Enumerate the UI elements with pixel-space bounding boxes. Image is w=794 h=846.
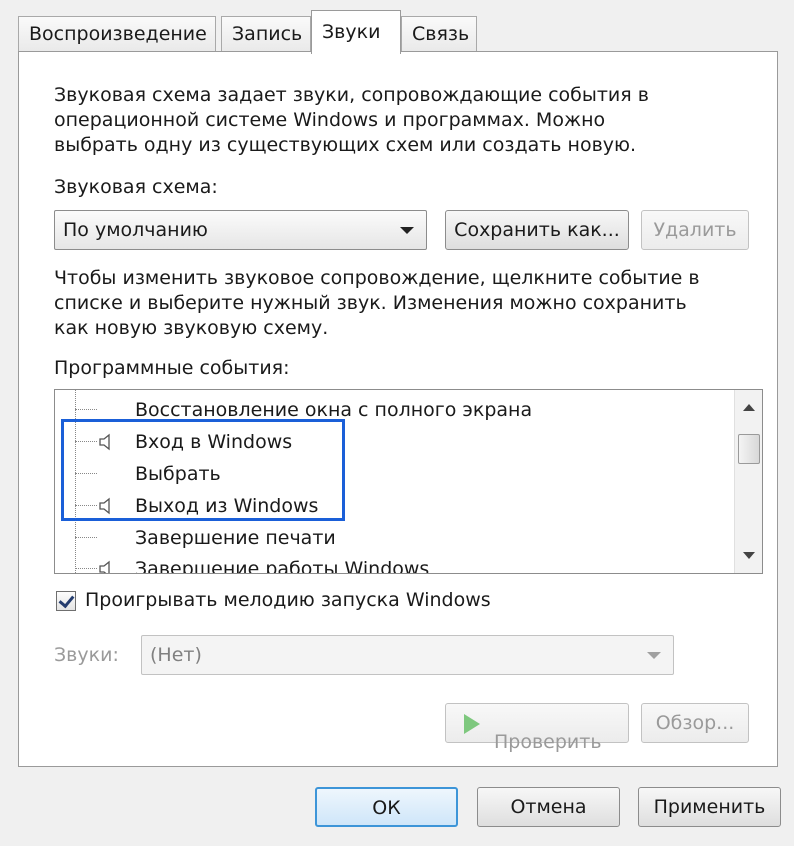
scroll-thumb[interactable]: [738, 434, 760, 464]
instruction-line-2: списке и выберите нужный звук. Изменения…: [54, 292, 687, 314]
test-sound-label: Проверить: [494, 731, 602, 753]
ok-button[interactable]: ОК: [315, 787, 458, 827]
event-label: Выход из Windows: [135, 495, 319, 517]
tree-connector: [75, 441, 97, 442]
scheme-select[interactable]: По умолчанию: [54, 210, 427, 250]
instruction-line-1: Чтобы изменить звуковое сопровождение, щ…: [54, 267, 700, 289]
tree-connector: [75, 505, 97, 506]
event-label: Выбрать: [135, 463, 221, 485]
tree-connector: [75, 568, 97, 569]
description-line-2: операционной системе Windows и программа…: [54, 109, 606, 131]
sounds-panel: Звуковая схема задает звуки, сопровождаю…: [18, 51, 778, 767]
event-label: Завершение печати: [135, 527, 336, 549]
scroll-up-icon[interactable]: [743, 404, 755, 411]
speaker-icon: [99, 560, 110, 573]
sounds-select-value: (Нет): [150, 644, 202, 666]
event-row[interactable]: Выбрать: [55, 458, 735, 490]
tab-communications[interactable]: Связь: [401, 16, 477, 52]
tab-sounds[interactable]: Звуки: [311, 10, 401, 54]
tree-connector: [75, 409, 97, 410]
dialog-footer: ОК Отмена Применить: [0, 768, 794, 846]
speaker-icon: [99, 433, 110, 451]
event-row[interactable]: Восстановление окна с полного экрана: [55, 394, 735, 426]
description-line-3: выбрать одну из существующих схем или со…: [54, 134, 637, 156]
chevron-down-icon: [400, 227, 414, 234]
event-row[interactable]: Выход из Windows: [55, 490, 735, 522]
apply-button[interactable]: Применить: [638, 787, 781, 827]
speaker-icon: [99, 497, 110, 515]
instruction-line-3: как новую звуковую схему.: [54, 317, 329, 339]
scheme-label: Звуковая схема:: [54, 176, 218, 198]
description-line-1: Звуковая схема задает звуки, сопровождаю…: [54, 84, 649, 106]
startup-sound-label[interactable]: Проигрывать мелодию запуска Windows: [85, 587, 491, 614]
tab-recording[interactable]: Запись: [221, 16, 311, 52]
save-as-button[interactable]: Сохранить как...: [445, 210, 629, 250]
delete-scheme-button[interactable]: Удалить: [641, 210, 749, 250]
event-row[interactable]: Завершение печати: [55, 522, 735, 554]
startup-sound-checkbox[interactable]: [56, 591, 76, 611]
scheme-select-value: По умолчанию: [63, 219, 208, 241]
events-label: Программные события:: [54, 357, 290, 379]
sounds-select[interactable]: (Нет): [141, 635, 674, 675]
program-events-list[interactable]: Восстановление окна с полного экрана Вхо…: [54, 389, 763, 574]
test-sound-button[interactable]: Проверить: [445, 703, 629, 753]
cancel-button[interactable]: Отмена: [477, 787, 620, 827]
event-row[interactable]: Вход в Windows: [55, 426, 735, 458]
scroll-down-icon[interactable]: [743, 552, 755, 559]
play-icon: [464, 714, 480, 734]
sounds-label: Звуки:: [54, 644, 119, 666]
chevron-down-icon: [647, 652, 661, 659]
browse-button[interactable]: Обзор...: [641, 703, 749, 743]
event-label: Завершение работы Windows: [135, 558, 430, 574]
tree-connector: [75, 537, 97, 538]
tree-connector: [75, 473, 97, 474]
event-row[interactable]: Завершение работы Windows: [55, 553, 735, 574]
events-scrollbar[interactable]: [734, 390, 762, 573]
event-label: Восстановление окна с полного экрана: [135, 399, 533, 421]
event-label: Вход в Windows: [135, 431, 293, 453]
tab-playback[interactable]: Воспроизведение: [18, 16, 216, 52]
